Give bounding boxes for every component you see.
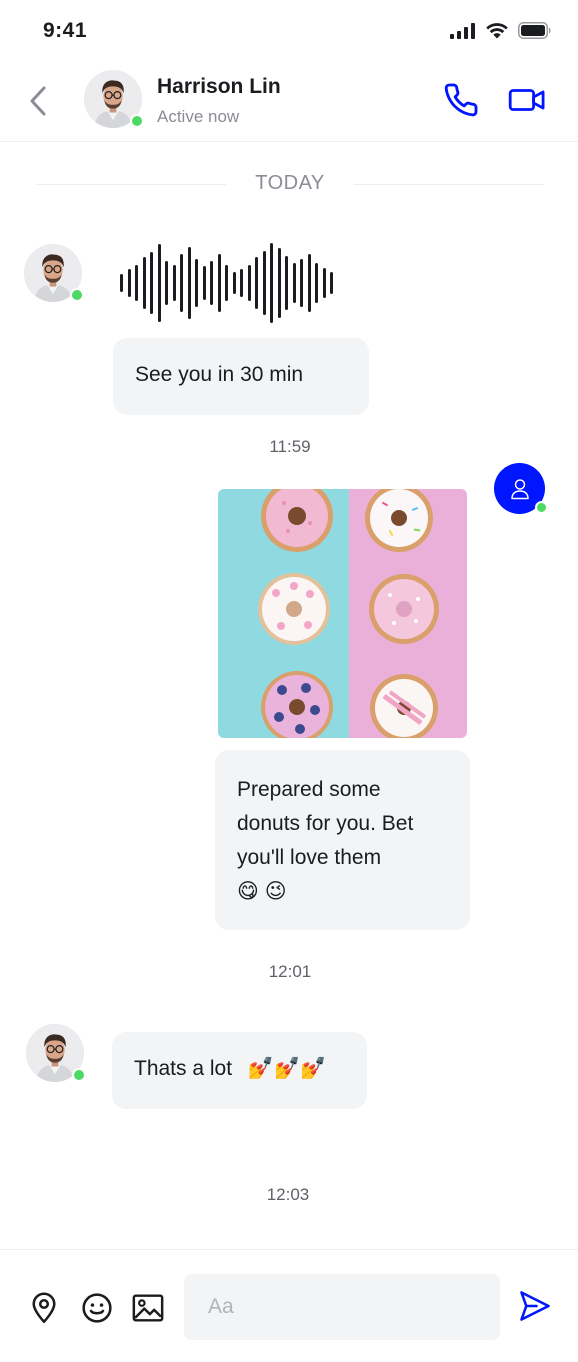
emoji-button[interactable]	[81, 1292, 113, 1324]
contact-message-avatar[interactable]	[26, 1024, 86, 1082]
image-icon	[132, 1294, 164, 1322]
message-timestamp: 11:59	[269, 437, 311, 456]
waveform-bar	[300, 259, 303, 307]
attach-image-button[interactable]	[132, 1292, 164, 1324]
waveform-bar	[330, 272, 333, 294]
online-status-dot	[130, 114, 144, 128]
cellular-signal-icon	[450, 22, 475, 39]
waveform-bar	[232, 272, 236, 294]
contact-avatar[interactable]	[84, 70, 144, 128]
message-timestamp: 12:03	[266, 1185, 310, 1204]
message-text: Prepared some donuts for you. Bet you'll…	[237, 778, 414, 869]
waveform-bar	[210, 261, 213, 305]
battery-icon	[518, 22, 551, 39]
online-status-dot	[70, 288, 84, 302]
status-icons	[450, 22, 552, 39]
waveform-bar	[322, 268, 326, 298]
message-emoji: 💅💅💅	[247, 1057, 327, 1080]
message-text: See you in 30 min	[135, 363, 304, 386]
user-icon	[510, 478, 529, 499]
waveform-bar	[262, 251, 266, 315]
waveform-bar	[180, 254, 183, 312]
send-button[interactable]	[517, 1288, 553, 1324]
online-status-dot	[72, 1068, 86, 1082]
message-bubble-incoming[interactable]: See you in 30 min	[113, 338, 369, 415]
waveform-bar	[292, 263, 296, 303]
waveform-bar	[285, 256, 288, 310]
message-bubble-outgoing[interactable]: Prepared some donuts for you. Bet you'll…	[215, 750, 470, 930]
waveform-bar	[247, 265, 251, 301]
message-emoji: 😋 😉	[237, 880, 287, 903]
location-pin-icon	[32, 1292, 56, 1323]
contact-status: Active now	[157, 107, 240, 126]
waveform-bar	[240, 269, 243, 297]
waveform-bar	[187, 247, 191, 319]
waveform-bar	[135, 265, 138, 301]
status-bar: 9:41	[0, 0, 578, 60]
my-avatar[interactable]	[494, 463, 548, 514]
message-input[interactable]	[184, 1274, 500, 1340]
message-text: Thats a lot	[134, 1057, 233, 1080]
waveform-bar	[307, 254, 311, 312]
waveform-bar	[172, 265, 176, 301]
status-time: 9:41	[43, 19, 88, 42]
waveform-bar	[270, 243, 273, 323]
voice-call-button[interactable]	[443, 82, 479, 118]
back-button[interactable]	[22, 82, 54, 120]
send-icon	[520, 1291, 550, 1321]
chevron-left-icon	[30, 86, 46, 116]
waveform-bar	[277, 248, 281, 318]
phone-icon	[444, 83, 478, 117]
waveform-bar	[127, 269, 131, 297]
waveform-bar	[165, 261, 168, 305]
waveform-bar	[120, 274, 123, 292]
waveform-bar	[202, 266, 206, 300]
waveform-bar	[150, 252, 153, 314]
waveform-bar	[217, 254, 221, 312]
chat-header: Harrison Lin Active now	[0, 60, 578, 142]
online-status-dot	[535, 501, 548, 514]
waveform-bar	[225, 265, 228, 301]
contact-name: Harrison Lin	[157, 75, 281, 98]
waveform-bar	[255, 257, 258, 309]
date-divider: TODAY	[36, 172, 544, 198]
wifi-icon	[486, 23, 508, 39]
emoji-icon	[82, 1293, 112, 1323]
waveform-bar	[195, 259, 198, 307]
divider-line	[354, 184, 544, 185]
waveform-bar	[142, 257, 146, 309]
video-camera-icon	[508, 89, 545, 111]
waveform-bar	[157, 244, 161, 322]
donut-photo[interactable]	[218, 489, 467, 738]
message-timestamp: 12:01	[268, 962, 312, 981]
voice-message-waveform[interactable]	[120, 243, 333, 323]
contact-message-avatar[interactable]	[24, 244, 84, 302]
waveform-bar	[315, 263, 318, 303]
message-composer	[0, 1249, 578, 1362]
video-call-button[interactable]	[508, 82, 546, 118]
message-bubble-incoming[interactable]: Thats a lot 💅💅💅	[112, 1032, 367, 1109]
share-location-button[interactable]	[28, 1292, 60, 1324]
donut-image	[218, 489, 467, 738]
